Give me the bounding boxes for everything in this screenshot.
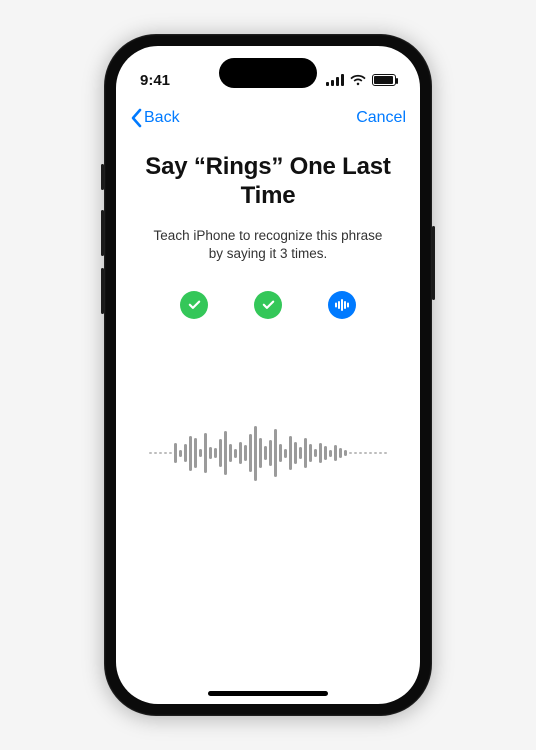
progress-dot-1: [180, 291, 208, 319]
waveform-bar: [289, 436, 292, 470]
back-label: Back: [144, 109, 180, 127]
page-subtitle: Teach iPhone to recognize this phrase by…: [138, 227, 398, 263]
status-right: [326, 74, 396, 86]
waveform-bar: [269, 440, 272, 466]
waveform-dot: [164, 452, 167, 455]
waveform-dot: [149, 452, 152, 455]
back-button[interactable]: Back: [130, 108, 180, 128]
waveform-bar: [294, 442, 297, 464]
battery-icon: [372, 74, 396, 86]
waveform-dot: [159, 452, 162, 455]
status-time: 9:41: [140, 72, 170, 89]
waveform-bar: [179, 450, 182, 457]
progress-dots: [138, 291, 398, 319]
waveform-dot: [364, 452, 367, 455]
volume-down: [101, 268, 104, 314]
wifi-icon: [350, 74, 366, 86]
screen: 9:41 Back Cancel: [116, 46, 420, 704]
waveform-dot: [384, 452, 387, 455]
chevron-left-icon: [130, 108, 142, 128]
waveform-bar: [279, 444, 282, 462]
waveform-dot: [169, 452, 172, 455]
waveform-bar: [209, 447, 212, 459]
waveform-bar: [334, 445, 337, 461]
content: Say “Rings” One Last Time Teach iPhone t…: [116, 152, 420, 319]
waveform-dot: [359, 452, 362, 455]
waveform-dot: [154, 452, 157, 455]
waveform-bar: [284, 449, 287, 458]
waveform-bar: [199, 449, 202, 457]
waveform-bar: [249, 434, 252, 472]
waveform-bar: [184, 444, 187, 462]
waveform-dot: [369, 452, 372, 455]
progress-dot-3: [328, 291, 356, 319]
cellular-icon: [326, 74, 344, 86]
waveform-bar: [319, 443, 322, 463]
nav-bar: Back Cancel: [116, 100, 420, 136]
waveform-bar: [274, 429, 277, 477]
waveform-dot: [374, 452, 377, 455]
power-button: [432, 226, 435, 300]
waveform-bar: [239, 442, 242, 464]
waveform-dot: [379, 452, 382, 455]
waveform-bar: [344, 450, 347, 456]
waveform-bar: [229, 444, 232, 462]
waveform-bar: [194, 438, 197, 468]
waveform: [116, 408, 420, 498]
cancel-button[interactable]: Cancel: [356, 109, 406, 127]
waveform-bar: [314, 449, 317, 457]
progress-dot-2: [254, 291, 282, 319]
waveform-bar: [214, 448, 217, 458]
waveform-bar: [304, 438, 307, 468]
waveform-bar: [309, 444, 312, 462]
waveform-bar: [329, 450, 332, 457]
mute-switch: [101, 164, 104, 190]
page-title: Say “Rings” One Last Time: [138, 152, 398, 211]
waveform-bar: [219, 439, 222, 467]
waveform-bar: [244, 445, 247, 461]
waveform-bar: [204, 433, 207, 473]
check-icon: [261, 297, 276, 312]
waveform-bar: [324, 446, 327, 460]
sound-icon: [334, 298, 350, 312]
home-indicator: [208, 691, 328, 696]
check-icon: [187, 297, 202, 312]
waveform-bar: [174, 443, 177, 463]
waveform-dot: [349, 452, 352, 455]
waveform-bar: [299, 447, 302, 459]
dynamic-island: [219, 58, 317, 88]
phone-frame: 9:41 Back Cancel: [104, 34, 432, 716]
waveform-bar: [259, 438, 262, 468]
waveform-dot: [354, 452, 357, 455]
volume-up: [101, 210, 104, 256]
waveform-bar: [339, 448, 342, 458]
waveform-bar: [224, 431, 227, 475]
waveform-bar: [189, 436, 192, 471]
waveform-bar: [254, 426, 257, 481]
waveform-bar: [234, 449, 237, 458]
waveform-bar: [264, 446, 267, 460]
